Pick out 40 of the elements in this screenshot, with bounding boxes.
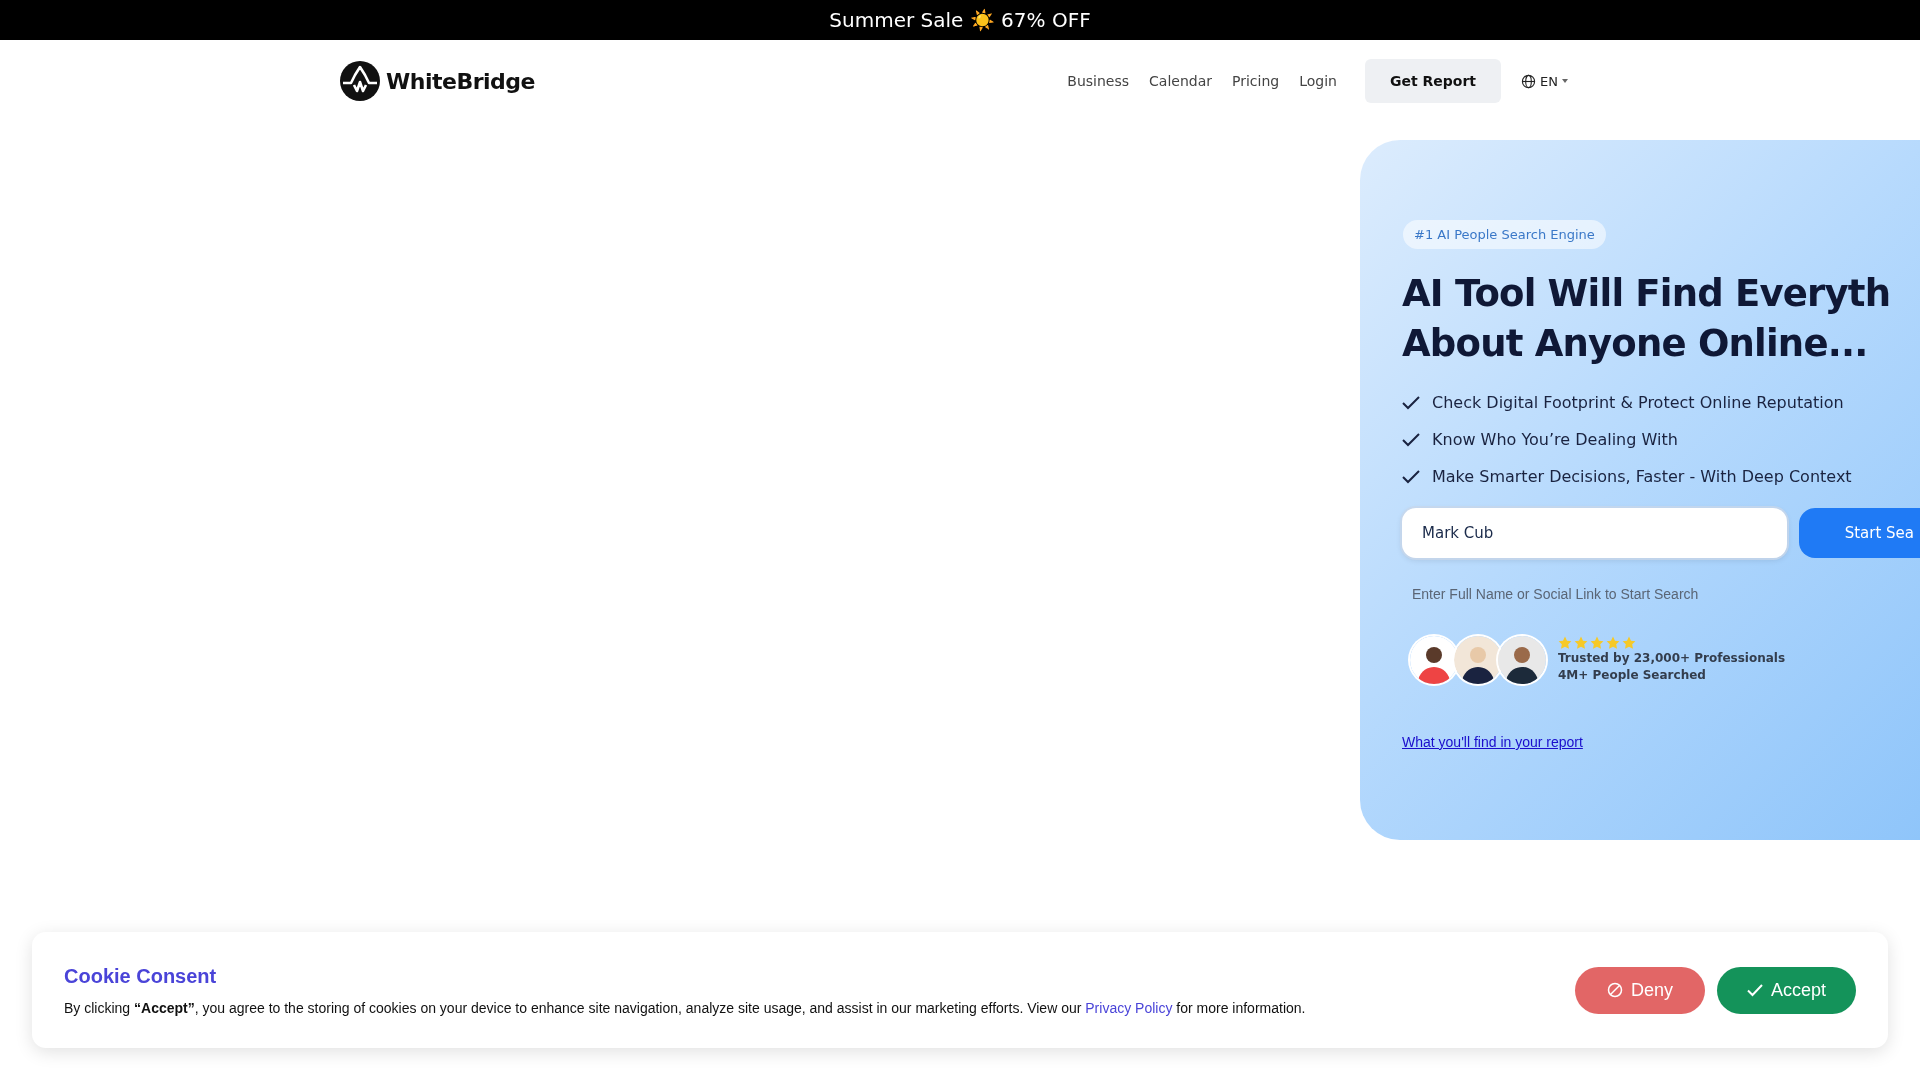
check-icon <box>1746 983 1763 997</box>
cookie-title: Cookie Consent <box>64 964 217 988</box>
trust-text: 4M+ People Searched <box>1558 667 1707 684</box>
avatar-icon <box>1410 636 1458 684</box>
star-icon <box>1606 636 1620 650</box>
star-icon <box>1558 636 1572 650</box>
caret-icon[interactable] <box>1562 79 1568 83</box>
check-icon <box>1402 395 1420 410</box>
globe-icon[interactable] <box>1521 73 1537 89</box>
get-report-button[interactable]: Get Report <box>1364 59 1502 103</box>
nav-link[interactable]: Pricing <box>1232 73 1280 89</box>
privacy-policy-link[interactable]: Privacy Policy <box>1085 999 1173 1016</box>
nav-link[interactable]: Business <box>1067 73 1130 89</box>
hint-text: Enter Full Name or Social Link to Start Search <box>1412 586 1700 602</box>
nav-link[interactable]: Login <box>1299 73 1337 89</box>
avatar-icon <box>1498 636 1546 684</box>
language-selector[interactable]: EN <box>1540 73 1558 89</box>
trust-text: Trusted by 23,000+ Professionals <box>1558 650 1786 667</box>
avatar-icon <box>1454 636 1502 684</box>
start-search-button[interactable]: Start Sea <box>1798 508 1920 558</box>
logo-text[interactable]: WhiteBridge <box>386 68 535 94</box>
star-icon <box>1574 636 1588 650</box>
accept-button[interactable]: Accept <box>1716 966 1856 1014</box>
badge: #1 AI People Search Engine <box>1403 220 1606 249</box>
cookie-text: By clicking “Accept”, you agree to the storing of cookies on your device to enhance site navigation, analyze site usage, and assist in our marketing efforts. View our Privacy Policy for more information. <box>64 999 1307 1016</box>
check-icon <box>1402 432 1420 447</box>
search-field[interactable]: Mark Cub <box>1402 508 1787 558</box>
feature-text: Make Smarter Decisions, Faster - With Deep Context <box>1432 467 1852 486</box>
hero-title: AI Tool Will Find Everyth <box>1402 271 1891 317</box>
nav-link[interactable]: Calendar <box>1149 73 1212 89</box>
check-icon <box>1402 469 1420 484</box>
feature-text: Know Who You’re Dealing With <box>1432 430 1678 449</box>
logo-icon <box>340 61 380 101</box>
block-icon <box>1606 982 1623 998</box>
hero-title: About Anyone Online... <box>1402 321 1868 367</box>
feature-text: Check Digital Footprint & Protect Online Reputation <box>1432 393 1844 412</box>
announcement-text: Summer Sale ☀ 67% OFF <box>829 8 1091 32</box>
report-link[interactable]: What you'll find in your report <box>1402 734 1583 750</box>
star-icon <box>1622 636 1636 650</box>
star-icon <box>1590 636 1604 650</box>
